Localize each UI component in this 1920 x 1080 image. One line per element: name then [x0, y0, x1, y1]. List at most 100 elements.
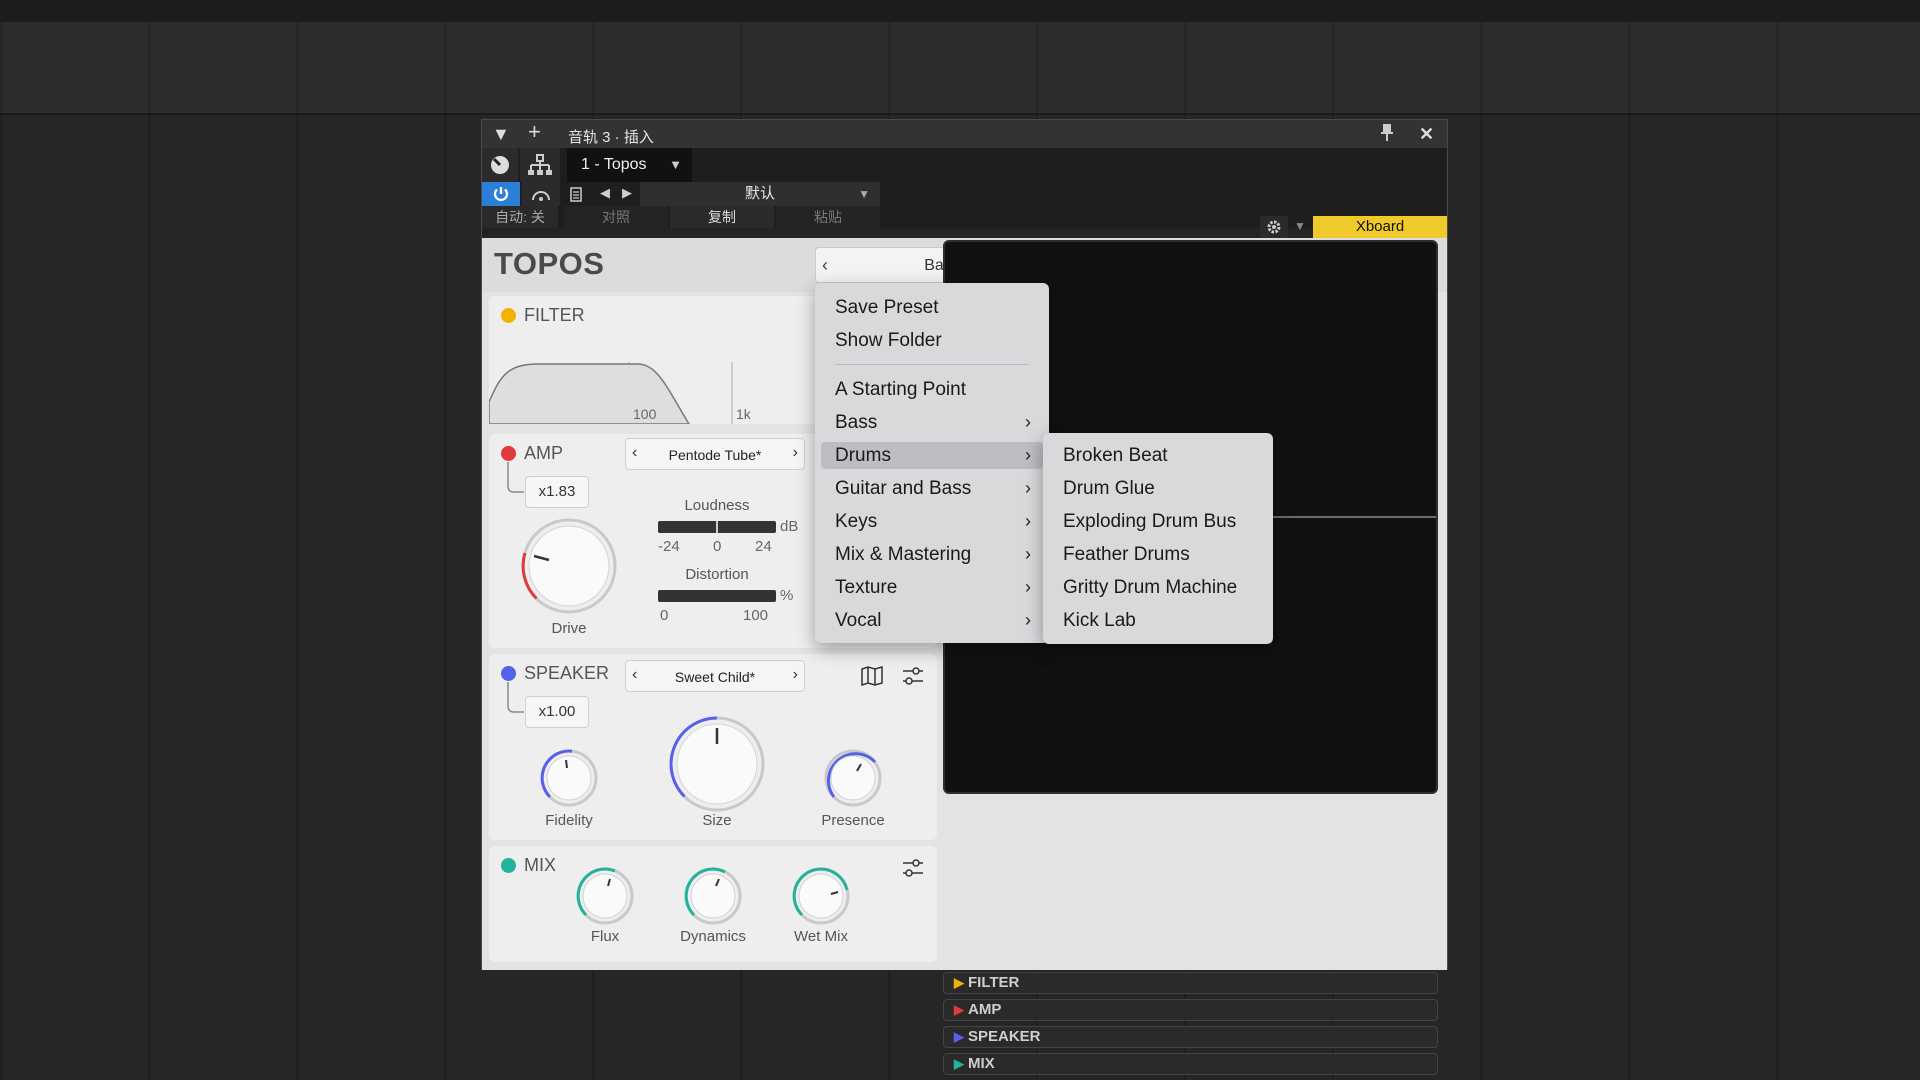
brand-title: TOPOS [494, 246, 605, 281]
size-label: Size [702, 812, 732, 829]
chevron-down-icon: ▼ [858, 187, 870, 201]
settings-gear-icon[interactable] [1260, 216, 1288, 238]
submenu-item-kick-lab[interactable]: Kick Lab [1049, 607, 1267, 634]
speaker-model-selector[interactable]: ‹ Sweet Child* › [625, 660, 805, 692]
submenu-item-drum-glue[interactable]: Drum Glue [1049, 475, 1267, 502]
menu-item-starting-point[interactable]: A Starting Point [821, 376, 1043, 403]
mix-label: MIX [524, 855, 557, 875]
menu-item-mix-mastering[interactable]: Mix & Mastering › [821, 541, 1043, 568]
submenu-item-feather-drums[interactable]: Feather Drums [1049, 541, 1267, 568]
size-knob[interactable] [667, 714, 767, 814]
dynamics-label: Dynamics [680, 928, 746, 945]
speaker-status-dot[interactable] [501, 666, 516, 681]
preset-row: ◀ ▶ 默认 ▼ [482, 182, 1447, 206]
section-filter-row[interactable]: ▶ FILTER [943, 972, 1438, 994]
menu-item-keys[interactable]: Keys › [821, 508, 1043, 535]
host-preset-label: 默认 [744, 185, 775, 202]
drive-label: Drive [551, 620, 587, 637]
wet-mix-knob[interactable] [791, 866, 851, 926]
plugin-power-dial-icon[interactable] [482, 148, 518, 182]
prev-preset-arrow-icon[interactable]: ‹ [822, 255, 828, 276]
automation-button[interactable]: 自动: 关 [482, 206, 558, 228]
section-amp-label: AMP [968, 1001, 1002, 1018]
menu-item-vocal[interactable]: Vocal › [821, 607, 1043, 634]
distortion-slider[interactable] [658, 590, 776, 602]
chevron-right-icon: › [1025, 478, 1031, 498]
section-amp-row[interactable]: ▶ AMP [943, 999, 1438, 1021]
amp-status-dot[interactable] [501, 446, 516, 461]
loudness-center-marker [716, 521, 718, 533]
speaker-settings-sliders-icon[interactable] [902, 666, 924, 691]
wet-mix-label: Wet Mix [794, 928, 848, 945]
chevron-down-icon[interactable]: ▼ [1294, 219, 1306, 233]
menu-item-drums[interactable]: Drums › [821, 442, 1043, 469]
play-triangle-icon: ▶ [954, 1056, 964, 1071]
chevron-down-icon: ▼ [669, 157, 682, 172]
next-preset-icon[interactable]: ▶ [622, 185, 632, 201]
arranger-ruler [0, 22, 1920, 114]
xboard-button[interactable]: Xboard [1313, 216, 1447, 238]
chevron-right-icon: › [1025, 577, 1031, 597]
dynamics-knob[interactable] [683, 866, 743, 926]
prev-preset-icon[interactable]: ◀ [600, 185, 610, 201]
play-triangle-icon: ▶ [954, 1029, 964, 1044]
amp-model-selector[interactable]: ‹ Pentode Tube* › [625, 438, 805, 470]
distortion-max: 100 [743, 607, 769, 624]
fidelity-knob[interactable] [539, 748, 599, 808]
filter-tick-100: 100 [633, 406, 657, 422]
routing-icon[interactable] [520, 148, 560, 182]
pin-icon[interactable] [1380, 124, 1394, 146]
paste-button[interactable]: 粘贴 [776, 206, 880, 228]
collapse-triangle-icon[interactable]: ▼ [492, 124, 510, 144]
speaker-multiplier[interactable]: x1.00 [525, 696, 589, 728]
host-preset-dropdown[interactable]: 默认 ▼ [640, 182, 880, 206]
amp-connector [507, 462, 524, 493]
flux-knob[interactable] [575, 866, 635, 926]
presence-label: Presence [821, 812, 885, 829]
menu-separator [835, 364, 1029, 365]
mix-settings-sliders-icon[interactable] [902, 858, 924, 883]
section-mix-row[interactable]: ▶ MIX [943, 1053, 1438, 1075]
top-strip [0, 0, 1920, 22]
drive-knob[interactable] [519, 516, 619, 616]
filter-tick-1k: 1k [736, 406, 751, 422]
section-speaker-row[interactable]: ▶ SPEAKER [943, 1026, 1438, 1048]
window-title: 音轨 3 · 插入 [568, 129, 654, 146]
compare-button[interactable]: 对照 [564, 206, 668, 228]
submenu-item-gritty-drum-machine[interactable]: Gritty Drum Machine [1049, 574, 1267, 601]
menu-item-guitar-and-bass[interactable]: Guitar and Bass › [821, 475, 1043, 502]
loudness-label: Loudness [684, 497, 750, 514]
plugin-instance-tab[interactable]: 1 - Topos ▼ [567, 148, 692, 182]
presence-knob[interactable] [823, 748, 883, 808]
next-arrow-icon[interactable]: › [793, 444, 798, 462]
window-titlebar[interactable]: ▼ + 音轨 3 · 插入 ✕ [482, 120, 1447, 148]
menu-item-label: Texture [835, 577, 898, 598]
prev-arrow-icon[interactable]: ‹ [632, 444, 637, 462]
preset-file-icon[interactable] [564, 182, 588, 206]
power-button[interactable] [482, 182, 520, 206]
play-triangle-icon: ▶ [954, 1002, 964, 1017]
preset-context-menu: Save Preset Show Folder A Starting Point… [815, 283, 1049, 643]
speaker-panel: SPEAKER x1.00 ‹ Sweet Child* › Fidelity [489, 654, 937, 840]
play-triangle-icon: ▶ [954, 975, 964, 990]
close-icon[interactable]: ✕ [1419, 124, 1434, 144]
prev-arrow-icon[interactable]: ‹ [632, 666, 637, 684]
mix-status-dot[interactable] [501, 858, 516, 873]
submenu-item-broken-beat[interactable]: Broken Beat [1049, 442, 1267, 469]
menu-item-texture[interactable]: Texture › [821, 574, 1043, 601]
copy-button[interactable]: 复制 [670, 206, 774, 228]
filter-status-dot[interactable] [501, 308, 516, 323]
chevron-right-icon: › [1025, 445, 1031, 465]
loudness-min: -24 [658, 538, 680, 555]
menu-item-bass[interactable]: Bass › [821, 409, 1043, 436]
map-icon[interactable] [861, 666, 883, 691]
ruler-divider [0, 113, 1920, 115]
add-icon[interactable]: + [528, 121, 541, 143]
next-arrow-icon[interactable]: › [793, 666, 798, 684]
submenu-item-exploding-drum-bus[interactable]: Exploding Drum Bus [1049, 508, 1267, 535]
chevron-right-icon: › [1025, 544, 1031, 564]
menu-item-save-preset[interactable]: Save Preset [821, 294, 1043, 321]
bypass-icon[interactable] [522, 182, 560, 206]
menu-item-show-folder[interactable]: Show Folder [821, 327, 1043, 354]
amp-multiplier[interactable]: x1.83 [525, 476, 589, 508]
